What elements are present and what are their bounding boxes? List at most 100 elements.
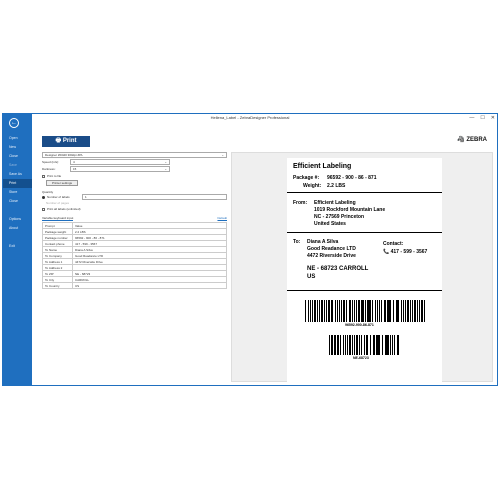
print-to-file-label: Print to file (47, 174, 62, 178)
variable-name: To Country (42, 282, 73, 289)
barcode-bar (385, 300, 387, 322)
darkness-label: Darkness: (42, 167, 56, 171)
title-bar: Hellena_Label - ZebraDesigner Profession… (3, 114, 497, 122)
from-line-2: 1019 Rockford Mountain Lane (314, 207, 386, 213)
speed-label: Speed (in/s): (42, 160, 60, 164)
barcode-bar (334, 335, 336, 355)
sidebar-item-close[interactable]: Close (3, 152, 32, 161)
sidebar-item-exit[interactable]: Exit (3, 242, 32, 251)
sidebar-item-options[interactable]: Options (3, 215, 32, 224)
sidebar-item-close-2[interactable]: Close (3, 197, 32, 206)
checkbox-icon (42, 207, 45, 211)
barcode-bar (351, 335, 354, 355)
barcode-bar (351, 300, 353, 322)
sidebar-item-save[interactable]: Save (3, 161, 32, 170)
to-label: To: (293, 239, 301, 245)
weight-label: Weight: (303, 183, 322, 189)
checkbox-icon (42, 174, 45, 178)
printer-select[interactable]: Designer ZD420 300dpi ZPL ⌄ (42, 152, 227, 158)
number-of-labels-radio[interactable]: Number of labels (42, 195, 70, 199)
barcode-bar (356, 300, 358, 322)
number-of-labels-value: 1 (85, 195, 87, 199)
barcode-bar (421, 300, 423, 322)
sidebar-item-open[interactable]: Open (3, 134, 32, 143)
sidebar-item-store[interactable]: Store (3, 188, 32, 197)
label-divider (287, 290, 442, 291)
table-row[interactable]: To Country US (42, 282, 227, 289)
barcode-bar (332, 300, 333, 322)
package-label: Package #: (293, 175, 320, 181)
chevron-down-icon: ⌄ (164, 160, 167, 164)
sidebar-item-about[interactable]: About (3, 224, 32, 233)
sidebar-item-save-as[interactable]: Save As (3, 170, 32, 179)
package-barcode (305, 300, 425, 322)
contact-phone-value: 417 - 599 - 3567 (390, 249, 428, 255)
barcode-bar (367, 335, 369, 355)
barcode-bar (338, 300, 340, 322)
back-arrow-icon[interactable]: ← (9, 118, 19, 128)
number-of-pages-label: Number of pages (46, 201, 70, 205)
to-line-2: Good Readance LTD (307, 246, 356, 252)
sidebar-item-new[interactable]: New (3, 143, 32, 152)
barcode-bar (328, 300, 330, 322)
barcode-bar (331, 335, 333, 355)
number-of-labels-input[interactable]: 1 (82, 194, 227, 200)
barcode-bar (305, 300, 307, 322)
variables-table: Prompt Value Package weight 2.2 LBS Package … (42, 222, 227, 289)
barcode-bar (409, 300, 411, 322)
barcode-bar (363, 335, 365, 355)
to-country: US (307, 274, 316, 280)
print-panel: 🖶 Print 🦓 ZEBRA Designer ZD420 300dpi ZP… (32, 122, 497, 385)
maximize-button[interactable]: ☐ (480, 114, 484, 122)
barcode-bar (381, 335, 384, 355)
print-to-file-checkbox[interactable]: Print to file (42, 174, 61, 178)
print-button[interactable]: 🖶 Print (42, 136, 90, 147)
quantity-heading: Quantity (42, 190, 54, 194)
speed-select[interactable]: 4 ⌄ (70, 159, 170, 165)
chevron-down-icon: ⌄ (221, 153, 224, 157)
close-window-button[interactable]: ✕ (491, 114, 495, 122)
print-all-labels-checkbox[interactable]: Print all labels (unlimited) (42, 207, 81, 211)
window-title: Hellena_Label - ZebraDesigner Profession… (210, 115, 290, 120)
printer-settings-button[interactable]: Printer settings (46, 180, 78, 186)
tab-variable-keyboard-input[interactable]: Variable keyboard input (42, 216, 74, 221)
barcode-bar (369, 335, 372, 355)
sidebar-item-print[interactable]: Print (3, 179, 32, 188)
from-line-1: Efficient Labeling (314, 200, 356, 206)
from-line-4: United States (314, 221, 346, 227)
print-settings: Designer ZD420 300dpi ZPL ⌄ Speed (in/s)… (42, 152, 227, 382)
backstage-sidebar: ← Open New Close Save Save As Print Stor… (3, 114, 32, 385)
darkness-select[interactable]: 15 ⌄ (70, 166, 170, 172)
print-all-labels-label: Print all labels (unlimited) (47, 207, 81, 211)
label-preview-area: Efficient Labeling Package #: 96592 - 90… (231, 152, 493, 384)
barcode-bar (378, 300, 380, 322)
minimize-button[interactable]: — (469, 114, 474, 122)
barcode-bar (309, 300, 311, 322)
number-of-pages-radio[interactable]: Number of pages (46, 201, 69, 205)
barcode-bar (358, 300, 360, 322)
package-value: 96592 - 900 - 86 - 871 (327, 175, 377, 181)
barcode-bar (379, 335, 381, 355)
to-city-line: NE - 68723 CARROLL (307, 266, 369, 272)
barcode-bar (418, 300, 420, 322)
barcode-bar (325, 300, 327, 322)
barcode-bar (344, 335, 346, 355)
barcode-bar (397, 335, 399, 355)
barcode-bar (404, 300, 407, 322)
zebra-logo-text: ZEBRA (466, 137, 487, 143)
barcode-bar (374, 300, 377, 322)
barcode-bar (316, 300, 318, 322)
barcode-bar (363, 300, 365, 322)
zip-barcode (329, 335, 399, 355)
printer-icon: 🖶 (55, 138, 63, 144)
barcode-bar (390, 300, 392, 322)
barcode-bar (361, 335, 362, 355)
barcode-bar (398, 300, 400, 322)
default-link[interactable]: Default (217, 216, 227, 220)
barcode-bar (392, 300, 394, 322)
speed-value: 4 (73, 160, 75, 164)
package-barcode-text: 96592-900-86-871 (345, 323, 374, 327)
zip-barcode-text: NE-68723 (353, 356, 369, 360)
variable-value[interactable]: US (72, 282, 227, 289)
